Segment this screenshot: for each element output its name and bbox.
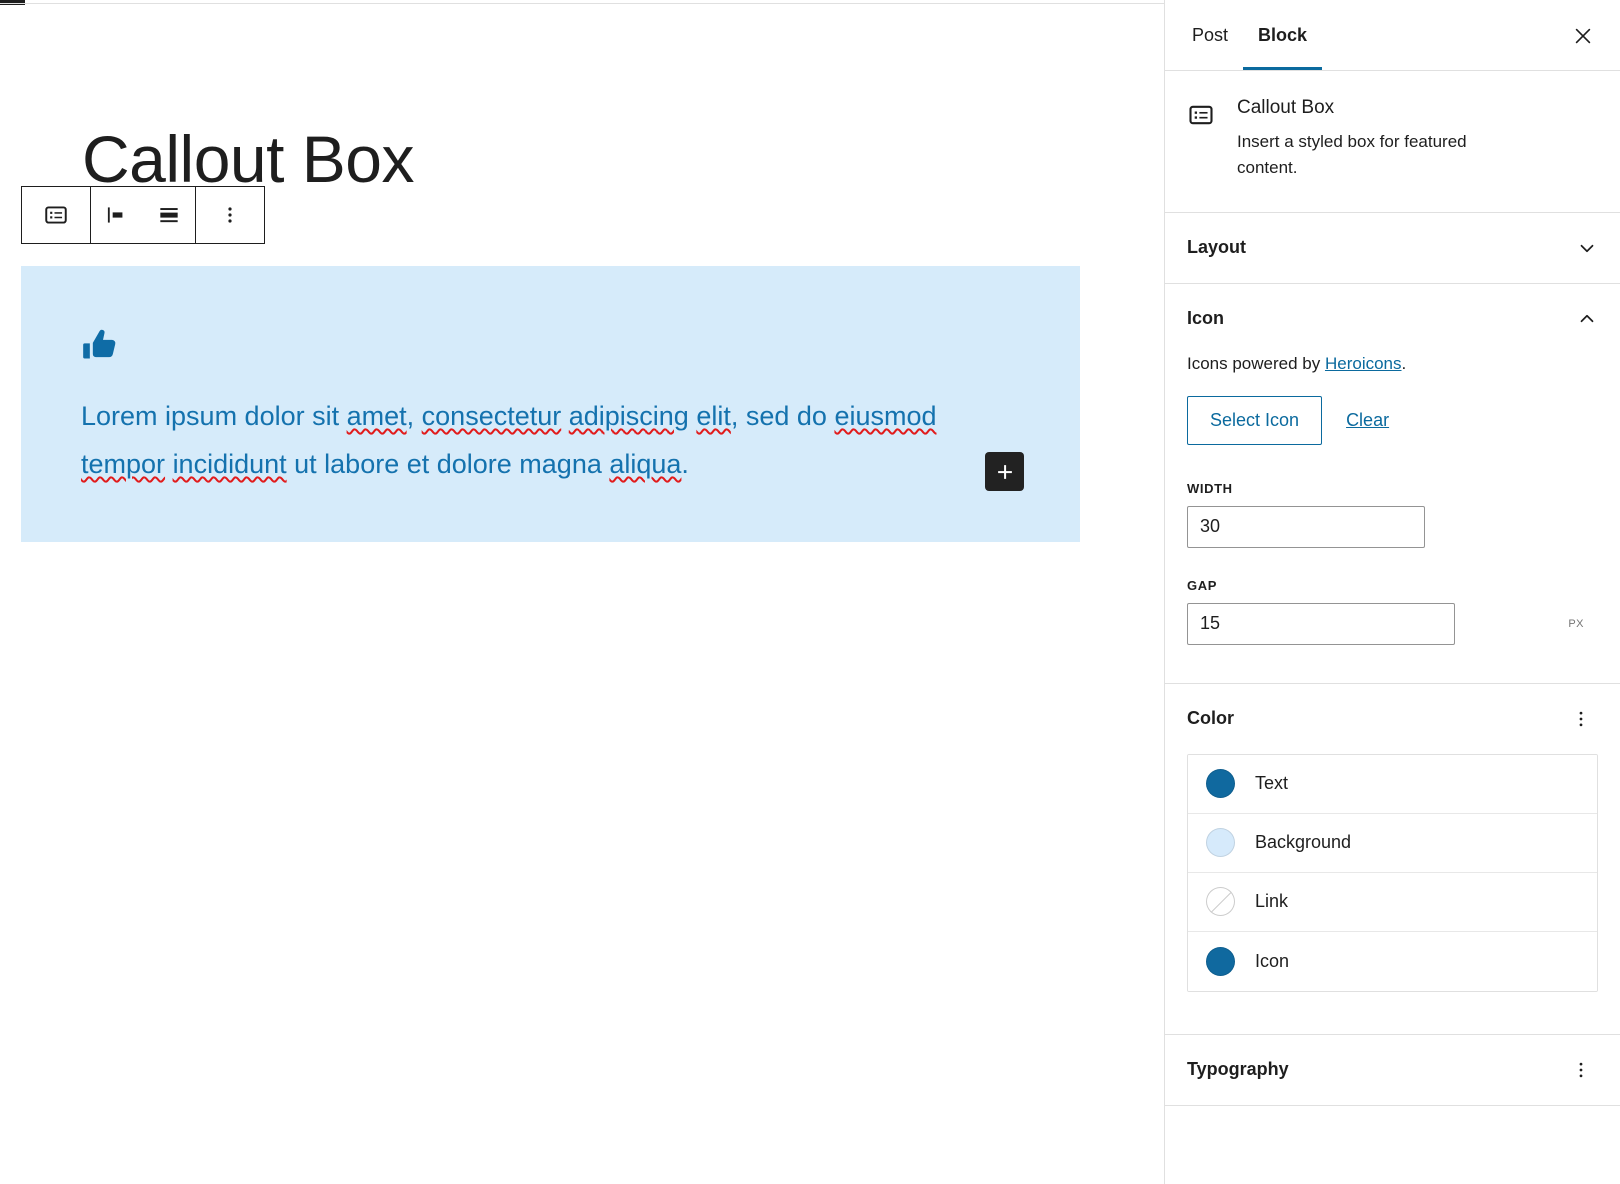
color-option-row[interactable]: Text [1188, 754, 1597, 814]
icons-credit-suffix: . [1401, 353, 1407, 373]
tab-post-label: Post [1192, 24, 1229, 45]
color-options-list: Text Background Link Icon [1187, 753, 1598, 992]
body-text-run: Lorem ipsum dolor sit [81, 401, 347, 431]
block-toolbar [21, 186, 265, 244]
color-option-row[interactable]: Background [1188, 813, 1597, 873]
clear-icon-button[interactable]: Clear [1336, 410, 1399, 431]
icon-width-input-wrap [1187, 505, 1598, 548]
icon-gap-label: Gap [1187, 577, 1217, 593]
sidebar-tabs: Post Block [1177, 0, 1323, 70]
panel-icon-title: Icon [1187, 308, 1225, 329]
color-option-label: Background [1255, 832, 1352, 853]
close-settings-button[interactable] [1564, 17, 1602, 55]
icon-gap-input-wrap: px [1187, 602, 1598, 645]
editor-canvas: Callout Box Lorem ipsum dolor sit amet, … [0, 5, 1164, 1184]
icons-credit-prefix: Icons powered by [1187, 353, 1325, 373]
block-info-text: Callout Box Insert a styled box for feat… [1237, 97, 1505, 182]
body-text-run: , [406, 401, 422, 431]
tab-post[interactable]: Post [1177, 0, 1243, 70]
color-option-label: Link [1255, 891, 1289, 912]
settings-sidebar: Post Block Callout Box Insert a styled b… [1164, 0, 1620, 1184]
icon-width-label: Width [1187, 480, 1233, 496]
body-text-run: , sed do [730, 401, 835, 431]
color-option-label: Icon [1255, 950, 1290, 971]
body-text-run: ut labore et dolore magna [286, 449, 610, 480]
callout-box-block[interactable]: Lorem ipsum dolor sit amet, consectetur … [21, 266, 1080, 543]
callout-block-icon [43, 202, 69, 228]
misspelled-word: adipiscing [568, 401, 689, 431]
block-toolbar-group-type [22, 187, 91, 243]
panel-layout: Layout [1165, 213, 1620, 284]
color-swatch [1206, 828, 1235, 858]
callout-block-icon [1187, 101, 1215, 129]
block-type-button[interactable] [22, 187, 90, 243]
color-option-label: Text [1255, 773, 1289, 794]
color-swatch [1206, 887, 1235, 917]
chevron-up-icon [1576, 308, 1598, 330]
plus-icon [994, 461, 1016, 483]
thumb-up-icon [81, 326, 121, 366]
panel-typography-title: Typography [1187, 1059, 1289, 1080]
panel-layout-title: Layout [1187, 237, 1247, 258]
misspelled-word: aliqua [609, 449, 682, 480]
misspelled-word: consectetur [421, 401, 562, 431]
sidebar-header: Post Block [1165, 0, 1620, 71]
misspelled-word: tempor [81, 449, 166, 480]
color-swatch [1206, 946, 1235, 976]
body-text-run: . [681, 449, 689, 480]
field-icon-gap: Gap px [1187, 578, 1598, 645]
editor-top-divider [0, 3, 1164, 4]
block-editor-screen: Callout Box Lorem ipsum dolor sit amet, … [0, 0, 1620, 1184]
close-icon [1572, 25, 1594, 47]
misspelled-word: elit [696, 401, 731, 431]
more-vertical-icon [218, 203, 242, 227]
icon-width-input[interactable] [1187, 505, 1425, 548]
align-wide-button[interactable] [143, 187, 195, 243]
callout-body-text[interactable]: Lorem ipsum dolor sit amet, consectetur … [81, 392, 1020, 488]
block-options-button[interactable] [196, 187, 264, 243]
field-icon-width: Width [1187, 481, 1598, 548]
panel-icon-header[interactable]: Icon [1187, 284, 1598, 354]
panel-icon: Icon Icons powered by Heroicons. Select … [1165, 284, 1620, 684]
align-wide-icon [156, 202, 182, 228]
icon-actions-row: Select Icon Clear [1187, 395, 1598, 445]
more-vertical-icon [1570, 1059, 1592, 1081]
color-option-row[interactable]: Icon [1188, 931, 1597, 991]
select-icon-button[interactable]: Select Icon [1187, 395, 1323, 445]
add-block-button[interactable] [985, 452, 1024, 491]
chevron-down-icon [1576, 237, 1598, 259]
misspelled-word: amet [346, 401, 407, 431]
block-info-title: Callout Box [1237, 97, 1335, 118]
color-options-button[interactable] [1564, 702, 1598, 736]
misspelled-word: eiusmod [834, 401, 937, 431]
icon-gap-unit: px [1568, 617, 1584, 630]
panel-typography: Typography [1165, 1035, 1620, 1106]
icons-credit-text: Icons powered by Heroicons. [1187, 354, 1598, 374]
block-toolbar-group-align [91, 187, 196, 243]
color-option-row[interactable]: Link [1188, 872, 1597, 932]
align-left-button[interactable] [91, 187, 143, 243]
typography-options-button[interactable] [1564, 1053, 1598, 1087]
panel-layout-header[interactable]: Layout [1187, 213, 1598, 283]
body-text-run [165, 449, 173, 479]
misspelled-word: incididunt [172, 449, 287, 480]
tab-block-label: Block [1258, 24, 1308, 45]
block-info-card: Callout Box Insert a styled box for feat… [1165, 71, 1620, 213]
heroicons-link[interactable]: Heroicons [1325, 354, 1402, 373]
body-text-run [561, 401, 569, 431]
tab-block[interactable]: Block [1243, 0, 1323, 70]
panel-color: Color Text Background Link Icon [1165, 684, 1620, 1035]
align-left-icon [104, 202, 130, 228]
panel-color-title: Color [1187, 708, 1234, 729]
panel-icon-body: Icons powered by Heroicons. Select Icon … [1187, 354, 1598, 683]
more-vertical-icon [1570, 708, 1592, 730]
block-toolbar-group-more [196, 187, 264, 243]
block-info-description: Insert a styled box for featured content… [1237, 132, 1467, 178]
icon-gap-input[interactable] [1187, 602, 1455, 645]
color-swatch [1206, 769, 1235, 799]
panel-color-header: Color [1187, 684, 1598, 754]
panel-typography-header: Typography [1187, 1035, 1598, 1105]
panel-color-body: Text Background Link Icon [1187, 753, 1598, 1034]
